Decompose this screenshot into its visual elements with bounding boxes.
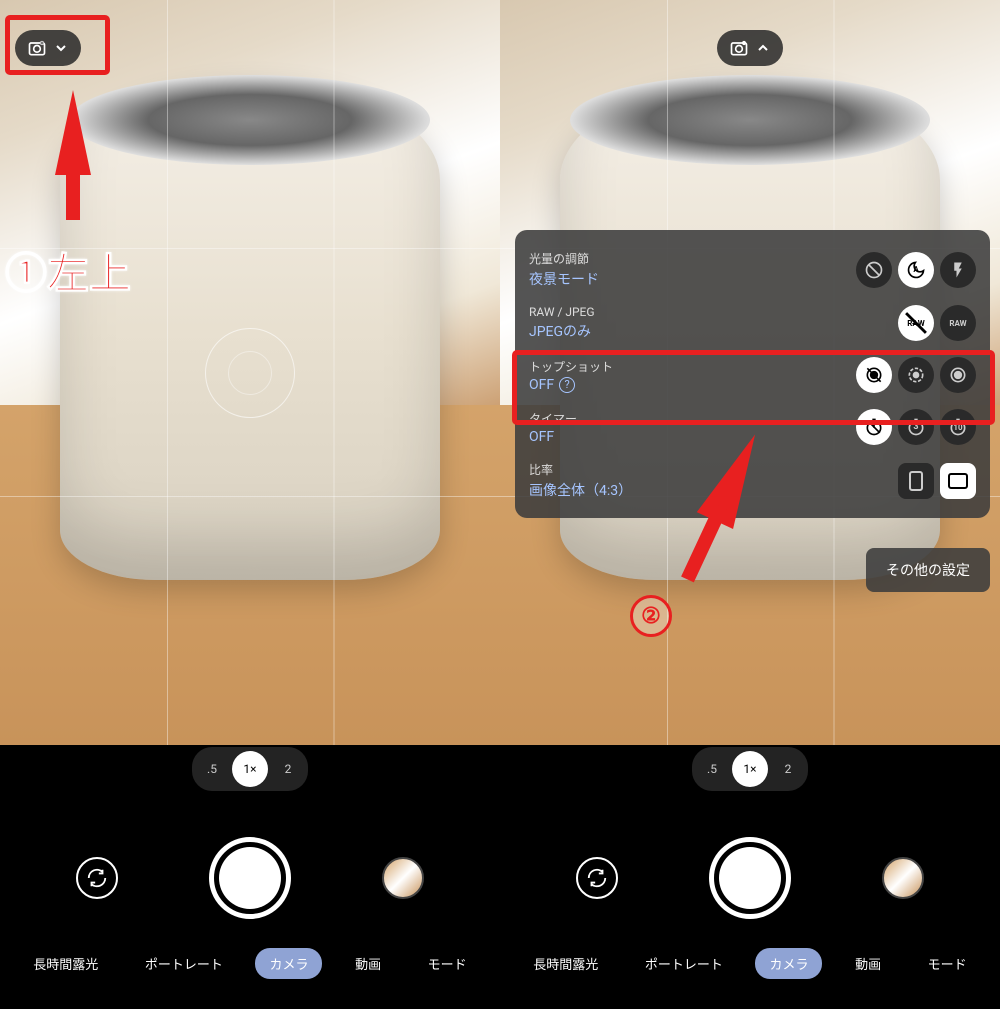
row-label: RAW / JPEG	[529, 305, 595, 319]
ratio-4-3-icon[interactable]	[940, 463, 976, 499]
annotation-highlight-2	[512, 350, 995, 425]
exposure-off-icon[interactable]	[856, 252, 892, 288]
exposure-auto-icon[interactable]: A	[898, 252, 934, 288]
zoom-2x[interactable]: 2	[272, 753, 304, 785]
row-label: 光量の調節	[529, 250, 599, 267]
gallery-thumbnail[interactable]	[382, 857, 424, 899]
gallery-thumbnail[interactable]	[882, 857, 924, 899]
mode-more[interactable]: モード	[914, 948, 981, 979]
jpeg-only-icon[interactable]: RAW	[898, 305, 934, 341]
annotation-arrow-1	[55, 90, 91, 175]
mode-selector: 長時間露光 ポートレート カメラ 動画 モード	[500, 948, 1000, 979]
row-value: 画像全体（4:3）	[529, 480, 632, 500]
setting-row-raw: RAW / JPEG JPEGのみ RAW RAW	[529, 297, 976, 349]
right-camera-screen: 光量の調節 夜景モード A RAW / JPEG JPEGのみ RAW RAW	[500, 0, 1000, 1009]
ratio-3-4-icon[interactable]	[898, 463, 934, 499]
switch-camera-button[interactable]	[76, 857, 118, 899]
mode-portrait[interactable]: ポートレート	[131, 948, 237, 979]
more-settings-button[interactable]: その他の設定	[866, 548, 990, 592]
exposure-flash-icon[interactable]	[940, 252, 976, 288]
raw-icon[interactable]: RAW	[940, 305, 976, 341]
row-value: 夜景モード	[529, 269, 599, 289]
row-label: 比率	[529, 461, 632, 478]
mode-long-exposure[interactable]: 長時間露光	[19, 948, 112, 979]
mode-selector: 長時間露光 ポートレート カメラ 動画 モード	[0, 948, 500, 979]
zoom-2x[interactable]: 2	[772, 753, 804, 785]
shutter-button[interactable]	[209, 837, 291, 919]
focus-indicator	[205, 328, 295, 418]
zoom-0.5x[interactable]: .5	[196, 753, 228, 785]
annotation-highlight-1	[5, 15, 110, 75]
annotation-label-2: ②	[630, 595, 672, 637]
zoom-selector[interactable]: .5 1× 2	[692, 747, 808, 791]
zoom-selector[interactable]: .5 1× 2	[192, 747, 308, 791]
mode-video[interactable]: 動画	[341, 948, 395, 979]
setting-row-exposure: 光量の調節 夜景モード A	[529, 242, 976, 297]
mode-portrait[interactable]: ポートレート	[631, 948, 737, 979]
annotation-label-1: ①左上	[5, 240, 131, 301]
camera-settings-icon	[729, 38, 749, 58]
row-value: JPEGのみ	[529, 321, 595, 341]
mode-camera[interactable]: カメラ	[755, 948, 822, 979]
mode-camera[interactable]: カメラ	[255, 948, 322, 979]
left-camera-screen: ①左上 .5 1× 2 長時間露光 ポートレート カメラ 動画 モード	[0, 0, 500, 1009]
shutter-button[interactable]	[709, 837, 791, 919]
settings-toggle-expanded[interactable]	[717, 30, 783, 66]
mode-video[interactable]: 動画	[841, 948, 895, 979]
chevron-up-icon	[755, 40, 771, 56]
zoom-1x[interactable]: 1×	[732, 751, 768, 787]
zoom-1x[interactable]: 1×	[232, 751, 268, 787]
row-value: OFF	[529, 429, 577, 445]
switch-camera-button[interactable]	[576, 857, 618, 899]
zoom-0.5x[interactable]: .5	[696, 753, 728, 785]
mode-more[interactable]: モード	[414, 948, 481, 979]
mode-long-exposure[interactable]: 長時間露光	[519, 948, 612, 979]
